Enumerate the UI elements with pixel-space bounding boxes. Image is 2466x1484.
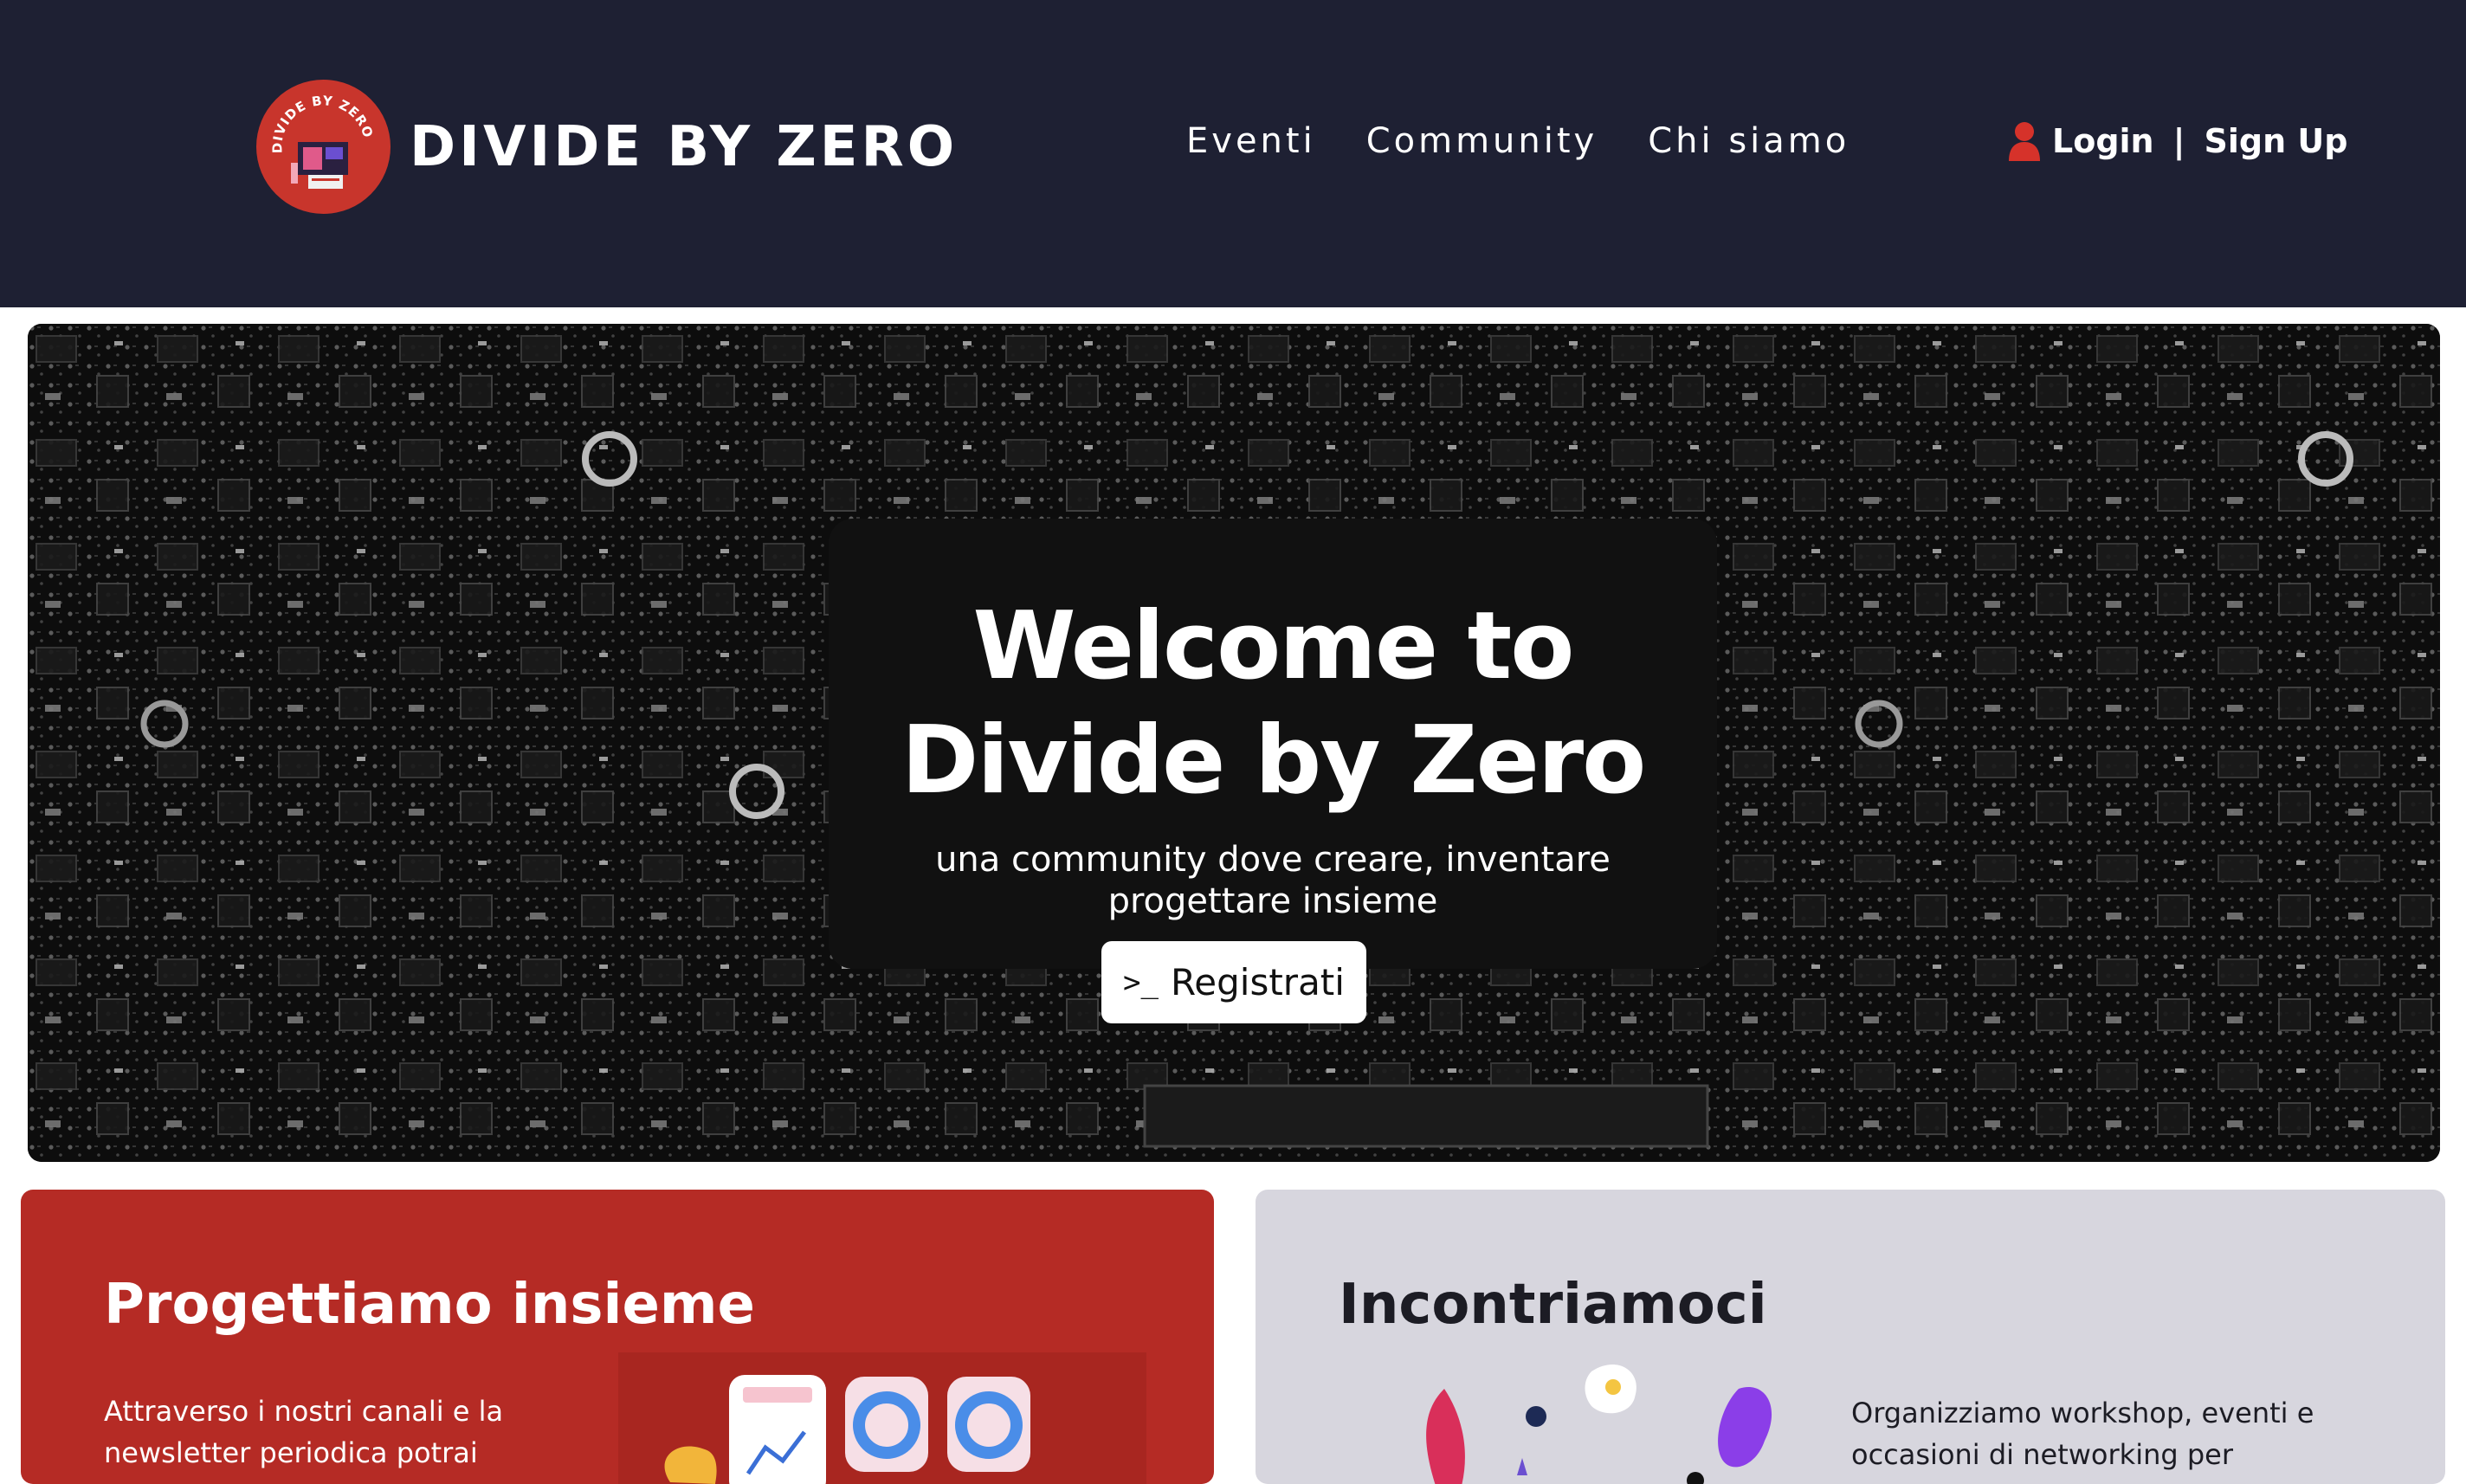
hero-title-line2: Divide by Zero (901, 707, 1647, 815)
terminal-icon: >_ (1123, 965, 1159, 1000)
login-link[interactable]: Login (2052, 122, 2154, 160)
card-title: Incontriamoci (1339, 1273, 1767, 1337)
card-text: Attraverso i nostri canali e la newslett… (104, 1395, 504, 1469)
signup-link[interactable]: Sign Up (2205, 122, 2348, 160)
card-incontriamoci: Incontriamoci Organizziamo workshop, eve… (1256, 1190, 2445, 1484)
nav-link-eventi[interactable]: Eventi (1186, 121, 1316, 161)
auth-separator: | (2172, 122, 2185, 160)
main-nav: Eventi Community Chi siamo (1186, 121, 1900, 161)
user-icon (2009, 122, 2040, 161)
auth-links: Login | Sign Up (2009, 121, 2347, 161)
hero-subtitle: una community dove creare, inventare pro… (935, 840, 1611, 921)
card-text: Organizziamo workshop, eventi e occasion… (1851, 1397, 2314, 1471)
dashboard-illustration (618, 1352, 1146, 1484)
hero-title-line1: Welcome to (972, 592, 1575, 700)
hero-banner: Welcome to Divide by Zero una community … (28, 324, 2440, 1162)
brand[interactable]: DIVIDE BY ZERO DIVIDE BY ZERO (256, 80, 958, 214)
logo[interactable]: DIVIDE BY ZERO (256, 80, 391, 214)
hero-title: Welcome to Divide by Zero (829, 590, 1717, 818)
card-title: Progettiamo insieme (104, 1273, 755, 1337)
register-button[interactable]: >_ Registrati (1101, 941, 1366, 1023)
register-button-label: Registrati (1170, 961, 1345, 1003)
nav-link-chi-siamo[interactable]: Chi siamo (1648, 121, 1850, 161)
nav-link-community[interactable]: Community (1366, 121, 1598, 161)
hero-card: Welcome to Divide by Zero una community … (829, 519, 1717, 969)
card-progettiamo: Progettiamo insieme Attraverso i nostri … (21, 1190, 1214, 1484)
navbar: DIVIDE BY ZERO DIVIDE BY ZERO Eventi Com… (0, 0, 2466, 307)
brand-name[interactable]: DIVIDE BY ZERO (410, 115, 958, 179)
people-illustration (1426, 1364, 1772, 1484)
